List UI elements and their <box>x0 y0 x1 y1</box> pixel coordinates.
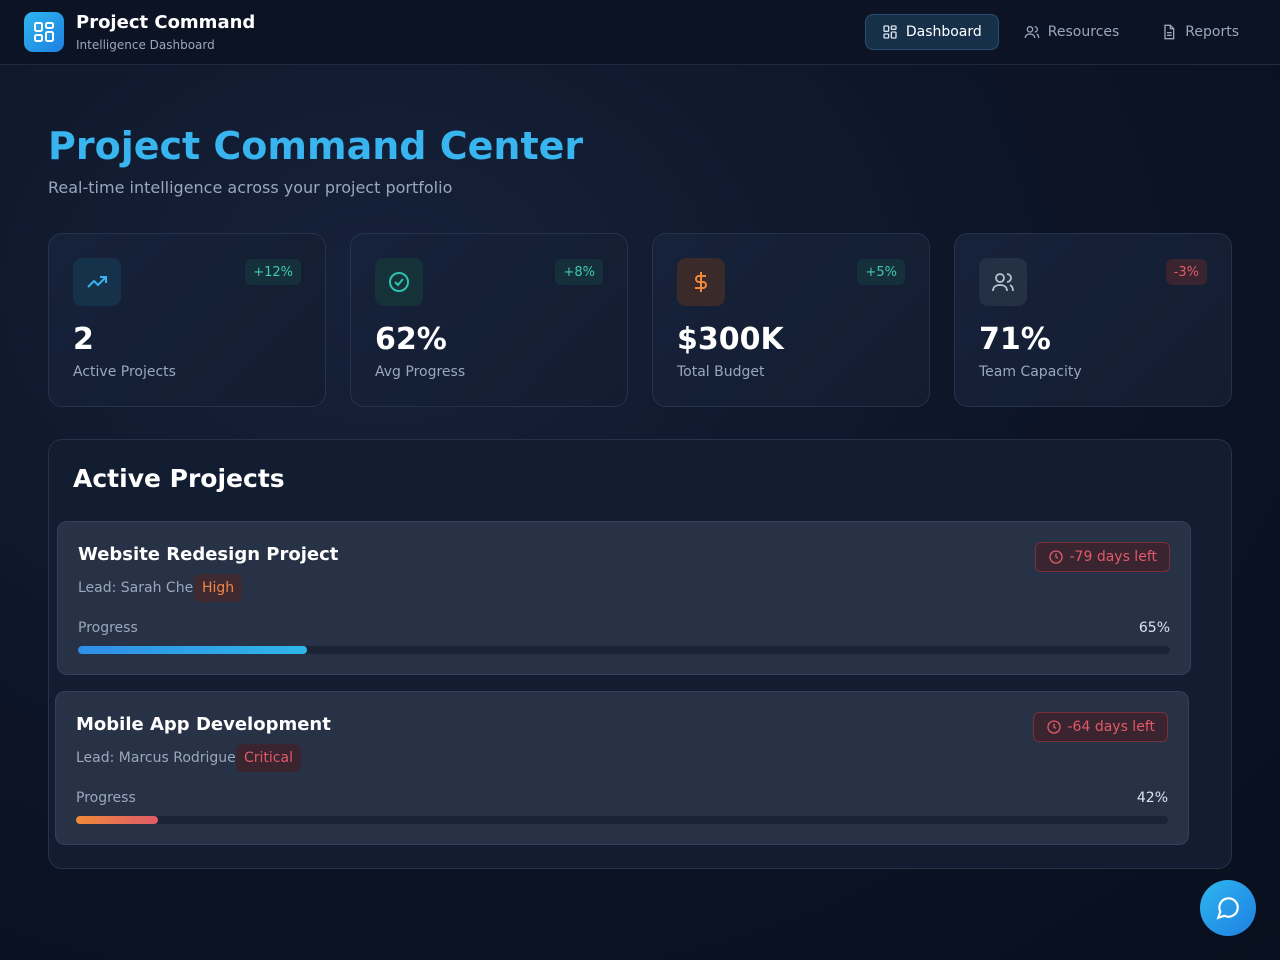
stat-card-avg-progress[interactable]: +8% 62% Avg Progress <box>350 233 628 407</box>
project-lead: Lead: Marcus Rodriguez <box>76 750 244 766</box>
progress-fill <box>76 816 158 824</box>
stat-card-active-projects[interactable]: +12% 2 Active Projects <box>48 233 326 407</box>
nav-resources[interactable]: Resources <box>1007 14 1137 50</box>
stat-icon-box <box>979 258 1027 306</box>
stat-label: Total Budget <box>677 364 765 380</box>
grid-icon <box>34 22 54 42</box>
active-projects-panel: Active Projects Website Redesign Project… <box>48 439 1232 869</box>
progress-label: Progress <box>76 790 136 806</box>
clock-icon <box>1048 550 1063 564</box>
stat-label: Avg Progress <box>375 364 466 380</box>
progress-fill <box>78 646 308 654</box>
stat-delta-badge: +12% <box>245 259 301 285</box>
priority-badge: Critical <box>236 744 301 772</box>
stat-icon-box <box>73 258 121 306</box>
project-lead: Lead: Sarah Chen <box>78 580 203 596</box>
stat-card-team-capacity[interactable]: -3% 71% Team Capacity <box>954 233 1232 407</box>
progress-bar <box>76 816 1168 824</box>
stat-label: Team Capacity <box>979 364 1082 380</box>
nav-reports[interactable]: Reports <box>1144 14 1256 50</box>
app-title: Project Command <box>76 12 256 33</box>
stat-value: $300K <box>677 322 784 357</box>
stat-delta-badge: -3% <box>1165 259 1207 285</box>
stat-value: 2 <box>73 322 94 357</box>
deadline-badge: -64 days left <box>1032 712 1168 742</box>
users-icon <box>1024 26 1040 39</box>
progress-bar <box>78 646 1170 654</box>
app-subtitle: Intelligence Dashboard <box>76 38 215 52</box>
stat-value: 71% <box>979 322 1051 357</box>
project-card[interactable]: Mobile App Development Lead: Marcus Rodr… <box>55 691 1189 845</box>
trending-up-icon <box>87 276 107 288</box>
clock-icon <box>1046 720 1061 734</box>
check-circle-icon <box>389 272 409 292</box>
top-bar: Project Command Intelligence Dashboard D… <box>0 0 1280 65</box>
priority-badge: High <box>194 574 243 602</box>
stat-value: 62% <box>375 322 447 357</box>
nav-reports-label: Reports <box>1185 24 1239 40</box>
stat-icon-box <box>677 258 725 306</box>
stat-label: Active Projects <box>73 364 176 380</box>
progress-label: Progress <box>78 620 138 636</box>
progress-value: 42% <box>1136 790 1168 806</box>
stat-delta-badge: +5% <box>857 259 905 285</box>
stat-delta-badge: +8% <box>555 259 603 285</box>
days-left-text: -64 days left <box>1067 719 1156 735</box>
nav-dashboard[interactable]: Dashboard <box>864 14 999 50</box>
page-title: Project Command Center <box>48 124 584 168</box>
project-card[interactable]: Website Redesign Project Lead: Sarah Che… <box>57 521 1191 675</box>
dollar-icon <box>695 272 707 292</box>
stat-icon-box <box>375 258 423 306</box>
users-icon <box>992 273 1014 292</box>
project-name: Website Redesign Project <box>78 544 339 565</box>
chat-button[interactable] <box>1200 880 1256 936</box>
deadline-badge: -79 days left <box>1034 542 1170 572</box>
stat-card-total-budget[interactable]: +5% $300K Total Budget <box>652 233 930 407</box>
project-name: Mobile App Development <box>76 714 331 735</box>
chat-bubble-icon <box>1216 897 1239 920</box>
nav-resources-label: Resources <box>1047 24 1120 40</box>
grid-icon <box>883 25 897 39</box>
progress-value: 65% <box>1138 620 1170 636</box>
section-title: Active Projects <box>73 464 285 493</box>
page-subtitle: Real-time intelligence across your proje… <box>48 178 453 197</box>
main-nav: Dashboard Resources Reports <box>864 14 1256 50</box>
document-icon <box>1164 24 1175 40</box>
nav-dashboard-label: Dashboard <box>905 24 982 40</box>
app-logo[interactable] <box>24 12 64 52</box>
days-left-text: -79 days left <box>1069 549 1158 565</box>
